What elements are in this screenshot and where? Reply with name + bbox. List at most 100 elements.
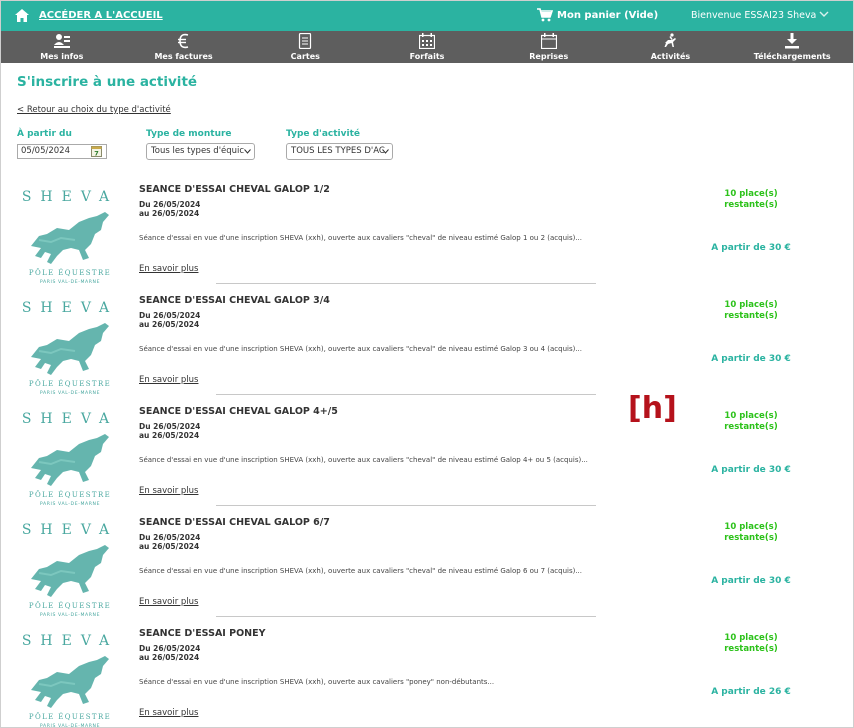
nav-item-reprises[interactable]: Reprises [488,31,610,63]
activity-date-to: au 26/05/2024 [139,209,200,218]
places-suffix: restante(s) [724,311,778,321]
sheva-logo: SHEVA PÔLE ÉQUESTRE PARIS VAL-DE-MARNE [22,411,118,506]
home-link[interactable]: ACCÉDER A L'ACCUEIL [39,10,163,21]
mount-filter-label: Type de monture [146,129,232,139]
activity-title: SEANCE D'ESSAI PONEY [139,628,266,639]
welcome-text: Bienvenue ESSAI23 Sheva [691,10,817,21]
activity-description: Séance d'essai en vue d'une inscription … [139,456,588,464]
svg-text:SHEVA: SHEVA [22,300,118,316]
back-link[interactable]: < Retour au choix du type d'activité [17,105,171,115]
svg-text:PARIS VAL-DE-MARNE: PARIS VAL-DE-MARNE [40,279,100,284]
activity-description: Séance d'essai en vue d'une inscription … [139,345,583,353]
main-nav: Mes infos Mes factures Cartes Forfaits R… [1,31,853,63]
places-remaining: 10 place(s) restante(s) [701,300,801,322]
places-suffix: restante(s) [724,200,778,210]
sheva-logo: SHEVA PÔLE ÉQUESTRE PARIS VAL-DE-MARNE [22,633,111,728]
svg-text:SHEVA: SHEVA [22,522,118,538]
activity-price: A partir de 30 € [711,354,791,364]
calendar-picker-icon[interactable]: 7 [91,146,102,157]
more-info-link[interactable]: En savoir plus [139,708,198,718]
nav-label: Activités [650,52,691,61]
places-remaining: 10 place(s) restante(s) [701,633,801,655]
activity-date-to: au 26/05/2024 [139,431,200,440]
top-bar: ACCÉDER A L'ACCUEIL Mon panier (Vide) Bi… [1,1,853,31]
nav-item-forfaits[interactable]: Forfaits [366,31,488,63]
home-icon[interactable] [15,9,29,22]
activity-filter-label: Type d'activité [286,129,360,139]
svg-text:PÔLE ÉQUESTRE: PÔLE ÉQUESTRE [29,712,111,721]
more-info-link[interactable]: En savoir plus [139,486,198,496]
svg-text:7: 7 [94,150,99,158]
svg-text:PARIS VAL-DE-MARNE: PARIS VAL-DE-MARNE [40,612,100,617]
activity-date-from: Du 26/05/2024 [139,200,201,209]
cart-icon[interactable] [537,8,553,22]
page-title: S'inscrire à une activité [17,74,198,90]
activity-price: A partir de 30 € [711,576,791,586]
nav-item-cartes[interactable]: Cartes [244,31,366,63]
activity-date-from: Du 26/05/2024 [139,422,201,431]
activity-title: SEANCE D'ESSAI CHEVAL GALOP 4+/5 [139,406,338,417]
annotation-marker: [h] [628,391,677,426]
activity-title: SEANCE D'ESSAI CHEVAL GALOP 3/4 [139,295,330,306]
places-count: 10 place(s) [724,300,778,310]
svg-text:PARIS VAL-DE-MARNE: PARIS VAL-DE-MARNE [40,501,100,506]
divider [216,616,596,617]
cart-link[interactable]: Mon panier (Vide) [557,10,658,21]
card-icon [299,33,312,49]
chevron-down-icon [382,149,389,154]
download-icon [785,33,800,49]
places-remaining: 10 place(s) restante(s) [701,522,801,544]
sheva-logo: SHEVA PÔLE ÉQUESTRE PARIS VAL-DE-MARNE [22,522,118,617]
nav-item-telechargements[interactable]: Téléchargements [731,31,853,63]
svg-text:PÔLE ÉQUESTRE: PÔLE ÉQUESTRE [29,379,111,388]
activity-date-from: Du 26/05/2024 [139,644,201,653]
activity-type-value: TOUS LES TYPES D'AC [291,146,385,156]
places-remaining: 10 place(s) restante(s) [701,411,801,433]
date-filter-label: À partir du [17,129,72,139]
nav-label: Téléchargements [753,52,831,61]
more-info-link[interactable]: En savoir plus [139,375,198,385]
more-info-link[interactable]: En savoir plus [139,597,198,607]
svg-text:PARIS VAL-DE-MARNE: PARIS VAL-DE-MARNE [40,723,100,728]
more-info-link[interactable]: En savoir plus [139,264,198,274]
nav-item-mes-infos[interactable]: Mes infos [1,31,123,63]
svg-text:PÔLE ÉQUESTRE: PÔLE ÉQUESTRE [29,601,111,610]
nav-label: Mes infos [40,52,84,61]
activity-description: Séance d'essai en vue d'une inscription … [139,567,583,575]
nav-label: Reprises [529,52,569,61]
calendar-grid-icon [419,33,436,49]
nav-item-activites[interactable]: Activités [610,31,732,63]
mount-type-select[interactable]: Tous les types d'équic [146,143,255,160]
activity-item: SHEVA PÔLE ÉQUESTRE PARIS VAL-DE-MARNE S… [1,293,853,404]
chevron-down-icon [244,149,251,154]
svg-text:PÔLE ÉQUESTRE: PÔLE ÉQUESTRE [29,268,111,277]
divider [216,283,596,284]
svg-text:SHEVA: SHEVA [22,189,118,205]
nav-label: Forfaits [409,52,445,61]
places-count: 10 place(s) [724,189,778,199]
divider [216,394,596,395]
activity-date-to: au 26/05/2024 [139,542,200,551]
activity-price: A partir de 26 € [711,687,791,697]
nav-label: Cartes [290,52,320,61]
activity-description: Séance d'essai en vue d'une inscription … [139,234,583,242]
mount-type-value: Tous les types d'équic [151,146,245,156]
svg-text:SHEVA: SHEVA [22,411,118,427]
chevron-down-icon[interactable] [819,11,829,18]
divider [216,505,596,506]
places-suffix: restante(s) [724,644,778,654]
activity-item: SHEVA PÔLE ÉQUESTRE PARIS VAL-DE-MARNE S… [1,515,853,626]
rider-icon [664,33,677,47]
activity-price: A partir de 30 € [711,243,791,253]
svg-text:PÔLE ÉQUESTRE: PÔLE ÉQUESTRE [29,490,111,499]
activity-type-select[interactable]: TOUS LES TYPES D'AC [286,143,393,160]
activity-description: Séance d'essai en vue d'une inscription … [139,678,495,686]
nav-item-mes-factures[interactable]: Mes factures [123,31,245,63]
svg-text:PARIS VAL-DE-MARNE: PARIS VAL-DE-MARNE [40,390,100,395]
sheva-logo: SHEVA PÔLE ÉQUESTRE PARIS VAL-DE-MARNE [22,189,118,284]
sheva-logo: SHEVA PÔLE ÉQUESTRE PARIS VAL-DE-MARNE [22,300,118,395]
places-count: 10 place(s) [724,411,778,421]
euro-icon [177,33,188,49]
activity-date-to: au 26/05/2024 [139,653,200,662]
activity-date-from: Du 26/05/2024 [139,311,201,320]
